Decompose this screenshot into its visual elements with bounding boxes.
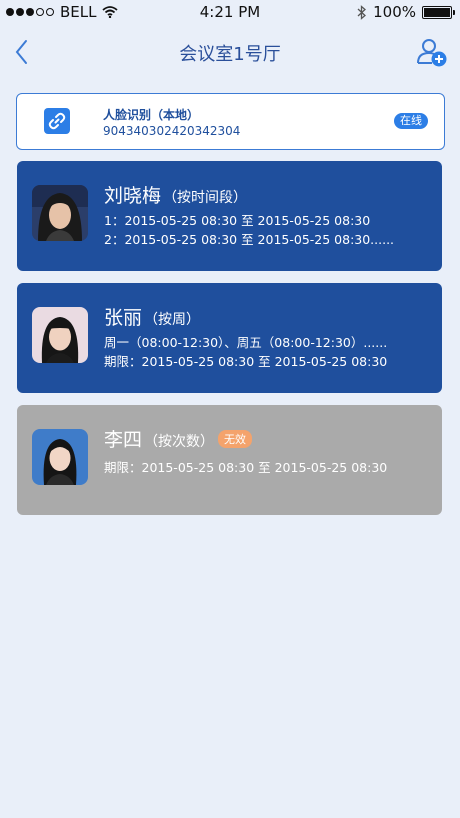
person-header: 李四 （按次数） 无效 [104,425,253,452]
schedule-line: 2：2015-05-25 08:30 至 2015-05-25 08:30...… [104,232,395,247]
status-bar: BELL 4:21 PM 100% [0,0,460,24]
person-name: 张丽 [104,307,143,329]
page-title: 会议室1号厅 [179,44,281,65]
person-card[interactable]: 刘晓梅 （按时间段） 1：2015-05-25 08:30 至 2015-05-… [17,161,442,271]
battery-icon [422,5,455,19]
device-name: 人脸识别（本地） [103,108,200,122]
person-card[interactable]: 张丽 （按周） 周一（08:00-12:30）、周五（08:00-12:30）.… [17,283,442,393]
schedule-line: 期限：2015-05-25 08:30 至 2015-05-25 08:30 [104,354,388,369]
schedule-line: 期限：2015-05-25 08:30 至 2015-05-25 08:30 [104,460,388,475]
nav-bar: 会议室1号厅 [0,24,460,80]
invalid-badge: 无效 [218,429,253,448]
bluetooth-icon [357,4,367,20]
person-name: 李四 [104,429,143,451]
person-card[interactable]: 李四 （按次数） 无效 期限：2015-05-25 08:30 至 2015-0… [17,405,442,515]
access-mode: （按周） [144,312,201,328]
access-mode: （按时间段） [163,190,248,206]
avatar [32,307,88,363]
add-user-button[interactable] [416,36,448,68]
battery-label: 100% [373,3,416,21]
person-header: 张丽 （按周） [104,303,200,330]
person-name: 刘晓梅 [104,185,162,207]
device-card[interactable]: 人脸识别（本地） 904340302420342304 在线 [16,93,445,150]
access-mode: （按次数） [144,434,215,450]
link-icon [44,108,70,134]
add-user-icon [417,39,447,67]
device-id: 904340302420342304 [103,124,241,138]
status-badge: 在线 [394,113,428,129]
avatar [32,185,88,241]
status-right: 100% [357,3,455,21]
avatar [32,429,88,485]
schedule-line: 1：2015-05-25 08:30 至 2015-05-25 08:30 [104,213,371,228]
person-header: 刘晓梅 （按时间段） [104,181,247,208]
schedule-line: 周一（08:00-12:30）、周五（08:00-12:30）...... [104,335,388,350]
